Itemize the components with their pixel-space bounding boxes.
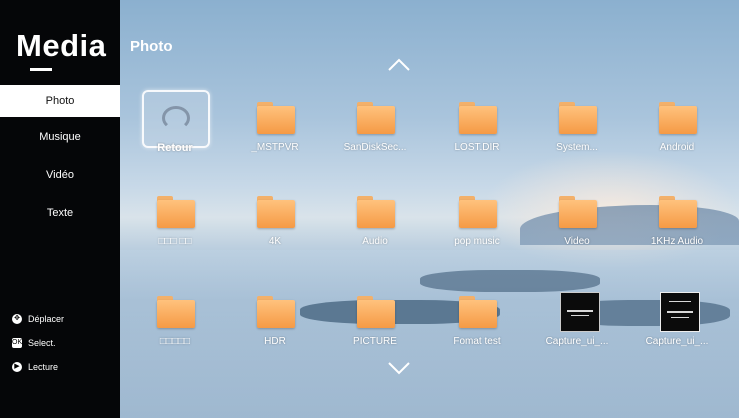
grid-item-folder[interactable]: Audio <box>330 178 420 258</box>
item-label: Fomat test <box>453 336 501 347</box>
title-underline <box>30 68 52 71</box>
item-label: 4K <box>268 236 282 247</box>
chevron-down-icon <box>388 362 410 375</box>
grid-item-image[interactable]: Capture_ui_... <box>632 278 722 358</box>
grid-item-folder[interactable]: HDR <box>230 278 320 358</box>
ok-icon: OK <box>12 338 23 348</box>
item-label: Capture_ui_... <box>645 336 709 347</box>
scroll-down-arrow[interactable] <box>386 358 412 378</box>
item-label: Retour <box>157 142 193 154</box>
sidebar-item-video[interactable]: Vidéo <box>0 159 120 191</box>
image-thumbnail <box>660 292 700 332</box>
folder-icon <box>459 102 497 134</box>
dpad-icon: ✥ <box>12 314 22 324</box>
folder-icon <box>559 102 597 134</box>
sidebar-item-photo[interactable]: Photo <box>0 85 120 117</box>
hint-label: Déplacer <box>28 314 65 324</box>
chevron-up-icon <box>388 58 410 71</box>
grid-item-folder[interactable]: Fomat test <box>432 278 522 358</box>
grid-item-folder[interactable]: 1KHz Audio <box>632 178 722 258</box>
item-label: System... <box>556 142 598 153</box>
item-label: LOST.DIR <box>454 142 500 153</box>
folder-icon <box>157 196 195 228</box>
item-label: 1KHz Audio <box>650 236 704 247</box>
item-label: Video <box>564 236 590 247</box>
sidebar-item-musique[interactable]: Musique <box>0 121 120 153</box>
grid-item-folder[interactable]: PICTURE <box>330 278 420 358</box>
item-label: □□□ □□ <box>158 236 192 247</box>
folder-icon <box>659 196 697 228</box>
play-icon: ▶ <box>12 362 22 372</box>
item-label: Android <box>659 142 695 153</box>
app-title: Media <box>16 28 107 63</box>
folder-icon <box>357 196 395 228</box>
hint-select: OK Select. <box>12 338 56 348</box>
page-title: Photo <box>130 38 173 55</box>
grid-item-folder[interactable]: pop music <box>432 178 522 258</box>
item-label: Capture_ui_... <box>545 336 609 347</box>
item-label: HDR <box>264 336 286 347</box>
sidebar: Media Photo Musique Vidéo Texte ✥ Déplac… <box>0 0 120 418</box>
item-label: SanDiskSec... <box>343 142 407 153</box>
folder-icon <box>357 296 395 328</box>
folder-icon <box>157 296 195 328</box>
grid-item-folder[interactable]: Video <box>532 178 622 258</box>
hint-label: Select. <box>28 338 56 348</box>
folder-icon <box>659 102 697 134</box>
item-label: Audio <box>362 236 388 247</box>
media-screen: Media Photo Musique Vidéo Texte ✥ Déplac… <box>0 0 739 418</box>
item-label: _MSTPVR <box>251 142 299 153</box>
folder-icon <box>459 296 497 328</box>
hint-move: ✥ Déplacer <box>12 314 64 324</box>
grid-item-folder[interactable]: 4K <box>230 178 320 258</box>
folder-icon <box>257 296 295 328</box>
grid-item-back[interactable]: Retour <box>130 84 220 164</box>
folder-icon <box>357 102 395 134</box>
grid-item-image[interactable]: Capture_ui_... <box>532 278 622 358</box>
item-label: pop music <box>454 236 500 247</box>
grid-item-folder[interactable]: SanDiskSec... <box>330 84 420 164</box>
grid-item-folder[interactable]: LOST.DIR <box>432 84 522 164</box>
hint-play: ▶ Lecture <box>12 362 58 372</box>
folder-icon <box>257 196 295 228</box>
grid-item-folder[interactable]: System... <box>532 84 622 164</box>
grid-item-folder[interactable]: _MSTPVR <box>230 84 320 164</box>
folder-icon <box>459 196 497 228</box>
folder-icon <box>257 102 295 134</box>
back-icon <box>162 106 190 130</box>
image-thumbnail <box>560 292 600 332</box>
grid-item-folder[interactable]: □□□ □□ <box>130 178 220 258</box>
grid-item-folder[interactable]: Android <box>632 84 722 164</box>
item-label: PICTURE <box>353 336 397 347</box>
grid-item-folder[interactable]: □□□□□ <box>130 278 220 358</box>
item-label: □□□□□ <box>159 336 191 347</box>
sidebar-item-texte[interactable]: Texte <box>0 197 120 229</box>
folder-icon <box>559 196 597 228</box>
scroll-up-arrow[interactable] <box>386 55 412 75</box>
hint-label: Lecture <box>28 362 59 372</box>
